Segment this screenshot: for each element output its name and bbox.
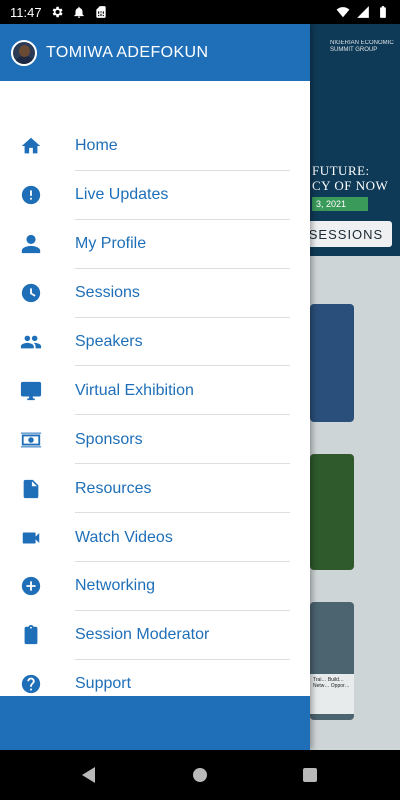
menu-item-label: Resources	[75, 479, 152, 497]
drawer-footer	[0, 696, 310, 750]
avatar[interactable]	[11, 39, 37, 66]
menu-item-live-updates[interactable]: Live Updates	[0, 171, 310, 220]
money-icon	[19, 428, 43, 452]
card-caption: Trai… Build… Netw… Oppor…	[310, 674, 354, 714]
session-card[interactable]	[310, 454, 354, 570]
clock-icon	[19, 281, 43, 305]
menu-item-label: Networking	[75, 577, 156, 595]
menu-item-watch-videos[interactable]: Watch Videos	[0, 513, 310, 563]
clipboard-icon	[19, 623, 43, 647]
user-name: TOMIWA ADEFOKUN	[46, 43, 209, 61]
menu-item-label: Sponsors	[75, 430, 143, 448]
alert-circle-icon	[19, 183, 43, 207]
menu-item-label: My Profile	[75, 235, 147, 253]
wifi-icon	[336, 5, 350, 19]
menu-item-home[interactable]: Home	[0, 122, 310, 171]
navigation-drawer: TOMIWA ADEFOKUN Home Live Updates My Pro…	[0, 24, 310, 750]
menu-item-label: Live Updates	[75, 186, 169, 204]
sim-card-icon	[94, 5, 108, 19]
menu-item-label: Session Moderator	[75, 626, 210, 644]
home-button-icon[interactable]	[193, 768, 207, 782]
menu-item-networking[interactable]: Networking	[0, 562, 310, 611]
menu-item-session-moderator[interactable]: Session Moderator	[0, 611, 310, 660]
menu-item-label: Watch Videos	[75, 528, 173, 546]
back-icon[interactable]	[82, 767, 95, 783]
drawer-menu: Home Live Updates My Profile Sessions Sp…	[0, 122, 310, 709]
menu-item-sessions[interactable]: Sessions	[0, 269, 310, 318]
menu-item-label: Sessions	[75, 284, 140, 302]
person-icon	[19, 232, 43, 256]
menu-item-my-profile[interactable]: My Profile	[0, 220, 310, 269]
menu-item-label: Speakers	[75, 333, 143, 350]
banner-date: 3, 2021	[312, 197, 368, 211]
signal-icon	[356, 5, 370, 19]
menu-item-label: Support	[75, 675, 132, 693]
drawer-header[interactable]: TOMIWA ADEFOKUN	[0, 24, 310, 81]
banner-line-2: CY OF NOW	[312, 178, 389, 193]
home-icon	[19, 134, 43, 158]
menu-item-virtual-exhibition[interactable]: Virtual Exhibition	[0, 366, 310, 416]
people-icon	[19, 330, 43, 354]
banner-logo-text: NIGERIAN ECONOMIC SUMMIT GROUP	[330, 40, 394, 53]
help-icon	[19, 672, 43, 696]
banner-line-1: FUTURE:	[312, 163, 370, 178]
recent-apps-icon[interactable]	[303, 768, 317, 782]
bell-icon	[72, 5, 86, 19]
menu-item-resources[interactable]: Resources	[0, 464, 310, 514]
session-card[interactable]: Trai… Build… Netw… Oppor…	[310, 602, 354, 720]
document-icon	[19, 477, 43, 501]
sessions-button[interactable]: SESSIONS	[300, 221, 392, 247]
menu-item-label: Virtual Exhibition	[75, 381, 194, 399]
menu-item-label: Home	[75, 137, 118, 155]
menu-item-sponsors[interactable]: Sponsors	[0, 415, 310, 465]
plus-circle-icon	[19, 574, 43, 598]
monitor-icon	[19, 379, 43, 403]
system-nav-bar	[0, 750, 400, 800]
status-time: 11:47	[10, 4, 42, 20]
video-camera-icon	[19, 526, 43, 550]
status-bar: 11:47	[0, 0, 400, 24]
menu-item-speakers[interactable]: Speakers	[0, 318, 310, 367]
battery-icon	[376, 5, 390, 19]
gear-icon	[50, 5, 64, 19]
session-card[interactable]	[310, 304, 354, 422]
banner-title: FUTURE: CY OF NOW	[312, 163, 388, 193]
